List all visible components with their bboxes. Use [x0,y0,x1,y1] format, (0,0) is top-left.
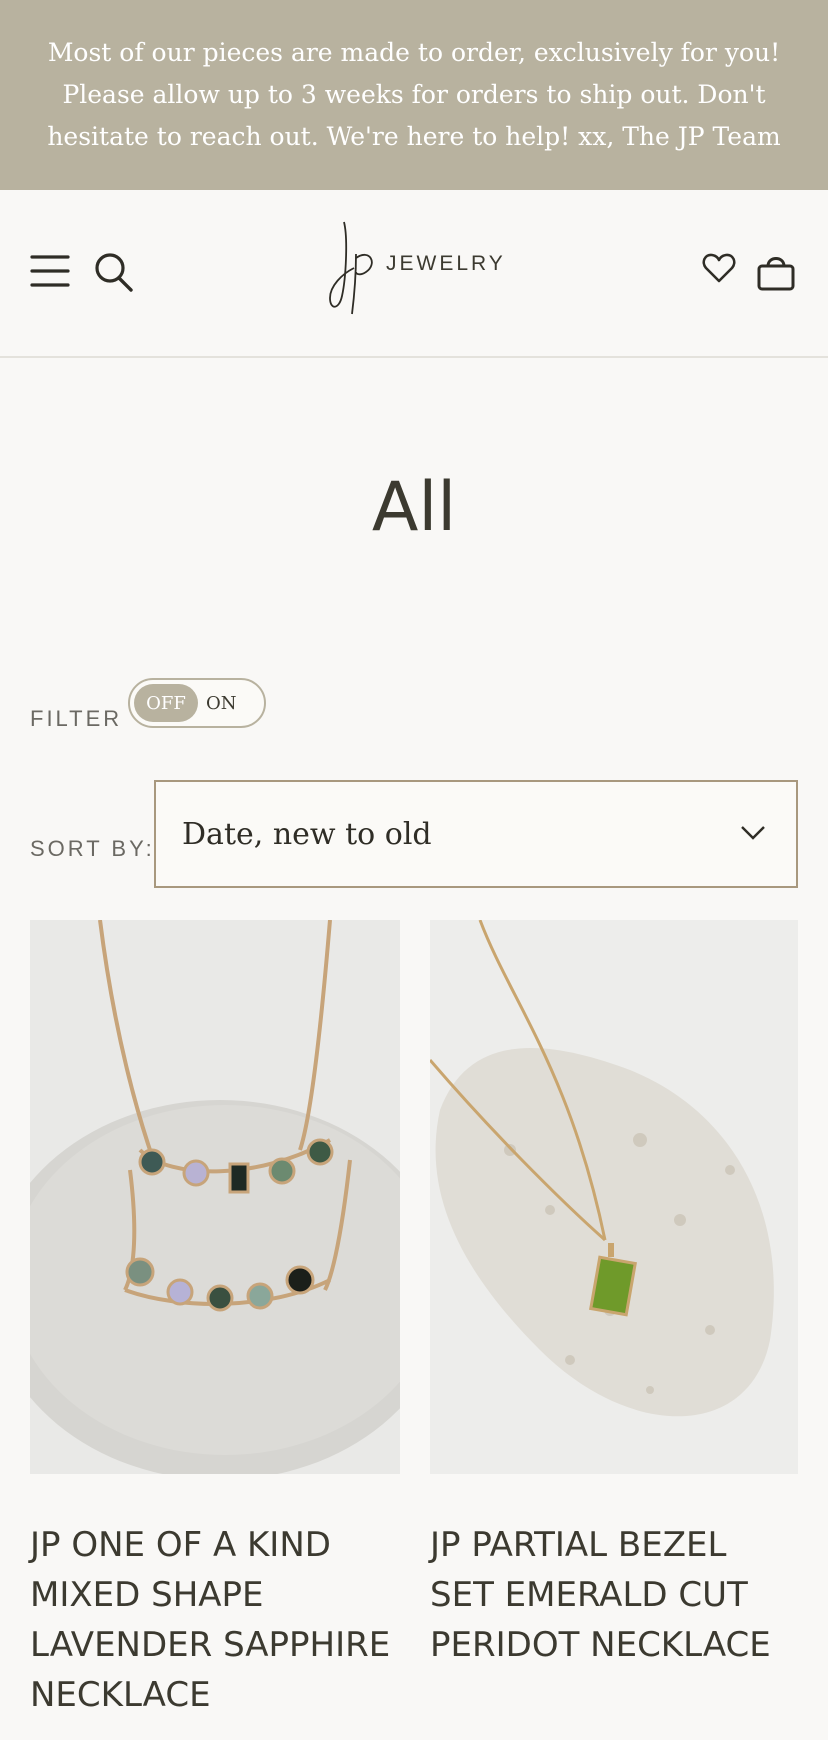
filter-on-option[interactable]: ON [206,684,237,722]
search-icon[interactable] [94,252,134,299]
logo-monogram-icon [329,221,373,315]
bag-icon[interactable] [756,252,796,297]
product-card[interactable]: JP ONE OF A KIND MIXED SHAPE LAVENDER SA… [30,920,400,1720]
filter-off-option[interactable]: OFF [134,684,198,722]
product-card[interactable]: JP PARTIAL BEZEL SET EMERALD CUT PERIDOT… [430,920,798,1670]
menu-icon[interactable] [30,254,70,293]
product-title[interactable]: JP PARTIAL BEZEL SET EMERALD CUT PERIDOT… [430,1520,798,1670]
filter-label: FILTER [30,706,123,731]
product-image[interactable] [430,920,798,1474]
chevron-down-icon [741,826,765,840]
site-logo[interactable]: JEWELRY [326,218,506,318]
page-title: All [371,468,457,547]
announcement-text: Most of our pieces are made to order, ex… [47,38,781,151]
announcement-bar: Most of our pieces are made to order, ex… [0,0,828,190]
product-image[interactable] [30,920,400,1474]
sort-selected-value: Date, new to old [182,816,432,852]
logo-text: JEWELRY [386,252,506,275]
product-title[interactable]: JP ONE OF A KIND MIXED SHAPE LAVENDER SA… [30,1520,400,1720]
heart-icon[interactable] [702,252,736,289]
filter-toggle[interactable]: OFF ON [128,678,266,728]
sort-label: SORT BY: [30,836,155,861]
sort-select[interactable]: Date, new to old [154,780,798,888]
